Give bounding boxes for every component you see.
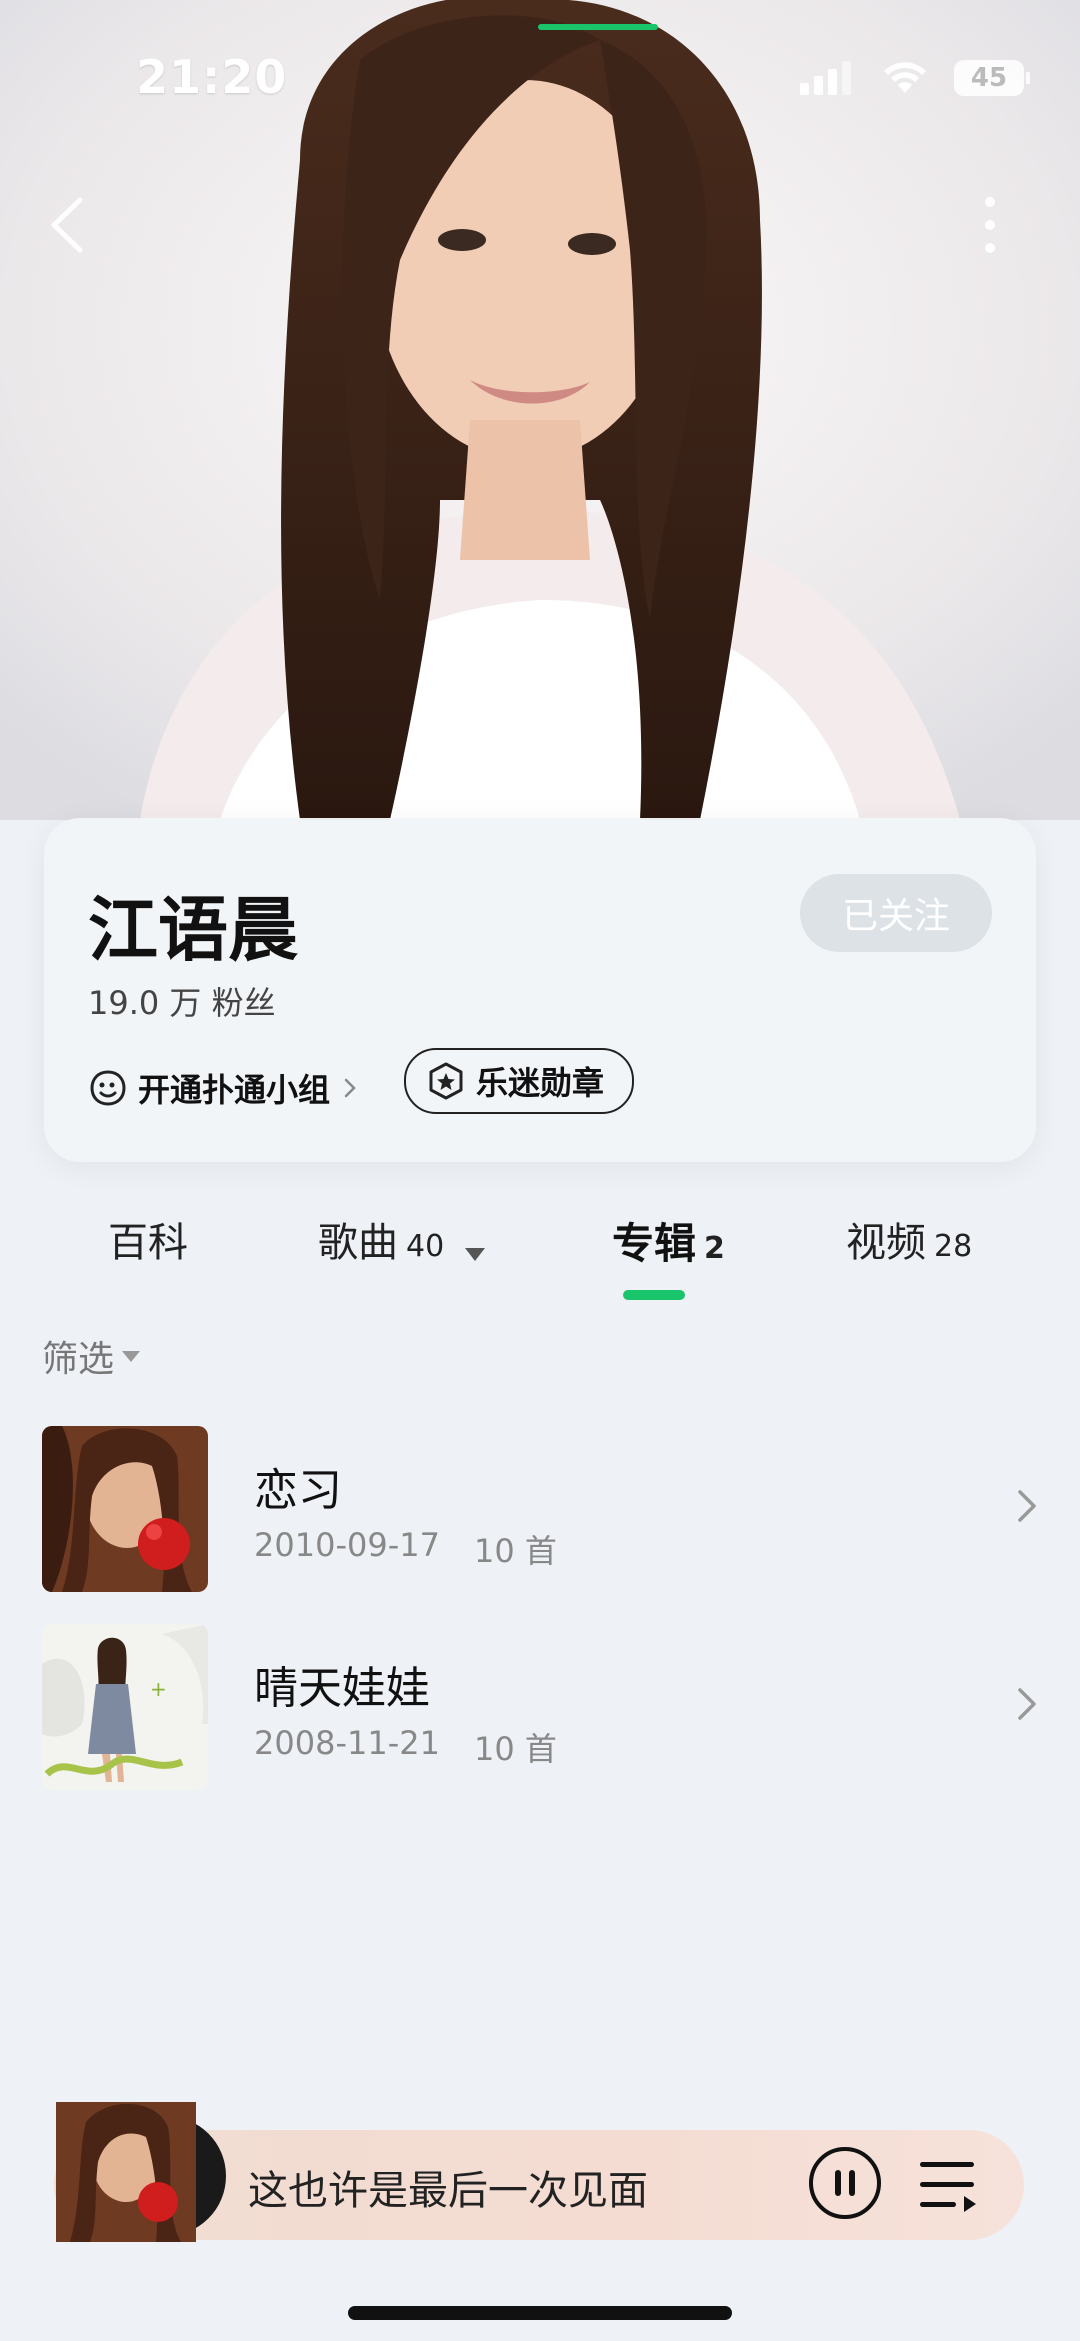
active-tab-indicator	[623, 1290, 685, 1300]
tab-label: 歌曲	[318, 1220, 398, 1266]
group-link-label: 开通扑通小组	[138, 1071, 331, 1109]
tab-label: 视频	[846, 1220, 926, 1266]
chevron-right-icon	[344, 1078, 356, 1098]
tab-videos[interactable]: 视频 28	[846, 1210, 972, 1300]
battery-icon: 45	[954, 60, 1030, 96]
back-chevron-icon[interactable]	[40, 190, 100, 260]
album-cover-image: +	[42, 1624, 208, 1790]
fan-badge-button[interactable]: 乐迷勋章	[404, 1048, 635, 1114]
album-track-count: 10 首	[473, 1532, 557, 1570]
tab-count: 28	[934, 1229, 973, 1264]
chevron-right-icon	[1018, 1688, 1036, 1720]
status-bar: 21:20 45	[0, 0, 1080, 150]
filter-label: 筛选	[42, 1339, 115, 1380]
more-options-icon[interactable]	[970, 190, 1010, 260]
album-list-item[interactable]: + 晴天娃娃 2008-11-21 10 首	[42, 1624, 1042, 1792]
wifi-icon	[884, 62, 926, 93]
artist-hero-photo: 21:20 45	[0, 0, 1080, 820]
album-meta: 2010-09-17 10 首	[254, 1526, 557, 1572]
chevron-right-icon	[1018, 1490, 1036, 1522]
group-icon	[90, 1070, 126, 1106]
sort-dropdown-icon[interactable]	[464, 1247, 486, 1263]
tab-label: 百科	[108, 1220, 188, 1266]
artist-profile-card: 江语晨 19.0 万 粉丝 已关注 开通扑通小组 乐迷勋章	[44, 818, 1036, 1162]
status-time: 21:20	[136, 50, 288, 104]
album-cover-image	[42, 1426, 208, 1592]
playlist-icon[interactable]	[918, 2158, 978, 2212]
status-icons: 45	[800, 58, 1030, 98]
album-title: 恋习	[254, 1465, 342, 1516]
album-release-date: 2010-09-17	[254, 1526, 440, 1564]
tab-wiki[interactable]: 百科	[108, 1210, 188, 1300]
group-link[interactable]: 开通扑通小组	[88, 1058, 360, 1118]
album-list-item[interactable]: 恋习 2010-09-17 10 首	[42, 1426, 1042, 1594]
follow-button[interactable]: 已关注	[800, 874, 992, 952]
album-meta: 2008-11-21 10 首	[254, 1724, 557, 1770]
now-playing-title[interactable]: 这也许是最后一次见面	[248, 2158, 648, 2216]
top-drag-indicator	[538, 24, 658, 30]
battery-level: 45	[970, 63, 1008, 93]
artist-name: 江语晨	[88, 889, 298, 971]
tab-label: 专辑	[612, 1219, 697, 1268]
fan-badge-label: 乐迷勋章	[476, 1064, 605, 1102]
svg-text:+: +	[150, 1677, 167, 1701]
home-indicator	[348, 2306, 732, 2320]
pause-icon[interactable]	[808, 2146, 882, 2220]
fan-count: 19.0 万 粉丝	[88, 984, 276, 1022]
album-track-count: 10 首	[473, 1730, 557, 1768]
badge-icon	[429, 1062, 463, 1100]
tab-songs[interactable]: 歌曲 40	[318, 1210, 486, 1300]
tab-count: 40	[406, 1229, 445, 1264]
content-tabs: 百科 歌曲 40 专辑 2 视频 28	[0, 1210, 1080, 1300]
filter-dropdown[interactable]: 筛选	[42, 1330, 141, 1382]
now-playing-cover[interactable]	[56, 2102, 226, 2242]
album-release-date: 2008-11-21	[254, 1724, 440, 1762]
cellular-signal-icon	[800, 61, 851, 95]
tab-albums[interactable]: 专辑 2	[612, 1210, 725, 1300]
dropdown-triangle-icon	[122, 1350, 141, 1362]
album-title: 晴天娃娃	[254, 1663, 430, 1714]
tab-count: 2	[704, 1231, 725, 1266]
